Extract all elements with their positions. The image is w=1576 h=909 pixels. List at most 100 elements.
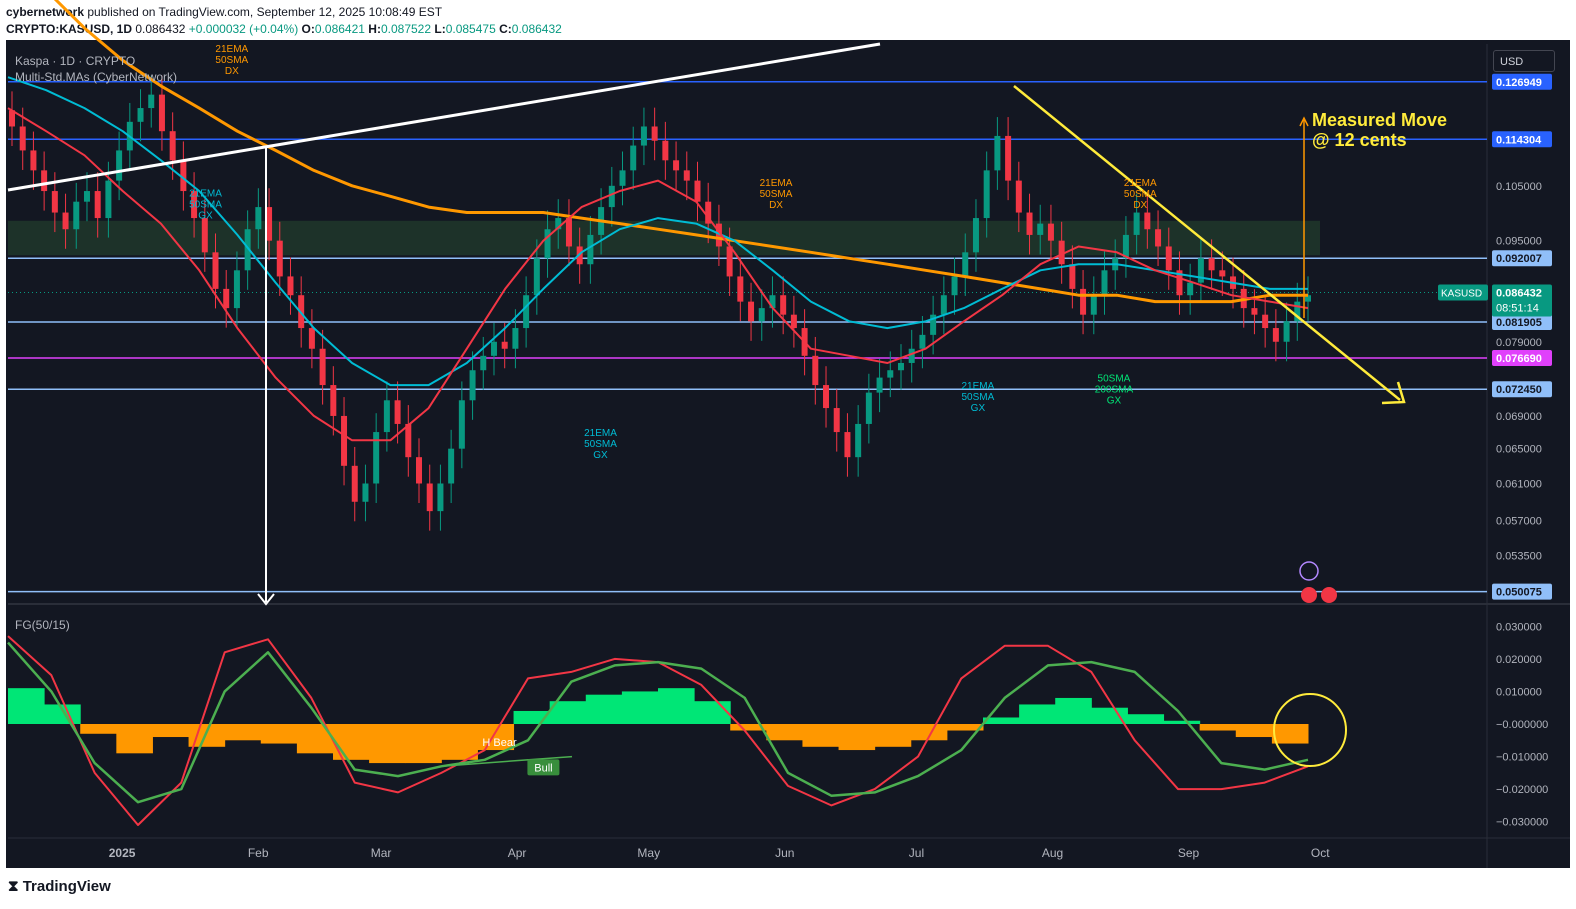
cross-annotation: 50SMA bbox=[1124, 189, 1157, 200]
candle-body bbox=[1037, 223, 1044, 235]
x-tick-label: Feb bbox=[248, 846, 269, 860]
x-tick-label: Sep bbox=[1178, 846, 1200, 860]
candle-body bbox=[255, 207, 262, 230]
cross-annotation: DX bbox=[1133, 200, 1147, 211]
candle-body bbox=[480, 355, 487, 371]
candle-body bbox=[1144, 212, 1151, 230]
candle-body bbox=[1026, 212, 1033, 235]
osc-histogram-bar bbox=[1019, 704, 1056, 724]
candle-body bbox=[469, 370, 476, 401]
price-tick-label: 0.105000 bbox=[1496, 181, 1542, 193]
candle-body bbox=[458, 400, 465, 449]
cross-annotation: 50SMA bbox=[760, 189, 793, 200]
candle-body bbox=[1080, 288, 1087, 315]
candle-body bbox=[1015, 180, 1022, 213]
x-tick-label: May bbox=[637, 846, 660, 860]
chart-legend: Kaspa · 1D · CRYPTO Multi-Std.MAs (Cyber… bbox=[15, 53, 177, 85]
currency-button[interactable]: USD bbox=[1493, 50, 1555, 72]
osc-histogram-bar bbox=[1199, 724, 1237, 731]
price-tick-label: 0.079000 bbox=[1496, 337, 1542, 349]
candle-body bbox=[308, 328, 315, 349]
osc-tick-label: −0.000000 bbox=[1496, 719, 1548, 731]
x-tick-label: 2025 bbox=[109, 846, 136, 860]
candle-body bbox=[919, 334, 926, 349]
us-flag-event-icon bbox=[1321, 587, 1337, 603]
cross-annotation: GX bbox=[1107, 395, 1122, 406]
osc-histogram-bar bbox=[874, 724, 912, 747]
candle-body bbox=[448, 448, 455, 484]
candle-body bbox=[1005, 135, 1012, 181]
oscillator-name[interactable]: FG(50/15) bbox=[15, 618, 70, 632]
candle-body bbox=[833, 408, 840, 433]
osc-histogram-bar bbox=[658, 688, 695, 724]
cross-annotation: 50SMA bbox=[962, 392, 995, 403]
osc-histogram-bar bbox=[1127, 714, 1165, 724]
candle-body bbox=[83, 191, 90, 202]
candle-body bbox=[844, 432, 851, 458]
candle-body bbox=[169, 131, 176, 161]
cross-annotation: 50SMA bbox=[1098, 373, 1131, 384]
measured-move-label: @ 12 cents bbox=[1312, 130, 1407, 150]
chart-canvas[interactable]: 2025 Feb Mar Apr May Jun Jul Aug Sep Oct 0.105000 0… bbox=[0, 0, 1576, 909]
osc-tick-label: −0.030000 bbox=[1496, 817, 1548, 829]
candle-body bbox=[897, 362, 904, 371]
candle-body bbox=[887, 370, 894, 378]
cross-annotation: 21EMA bbox=[584, 428, 617, 439]
candle-body bbox=[587, 234, 594, 265]
candle-body bbox=[865, 392, 872, 424]
candle-body bbox=[908, 348, 915, 363]
candle-body bbox=[951, 276, 958, 296]
candle-body bbox=[683, 170, 690, 181]
candle-body bbox=[1047, 223, 1054, 241]
candle-body bbox=[94, 191, 101, 219]
trendline-arrowhead bbox=[1381, 381, 1406, 405]
candle-body bbox=[748, 301, 755, 322]
candle-body bbox=[940, 295, 947, 315]
candle-body bbox=[1219, 270, 1226, 277]
candle-body bbox=[619, 170, 626, 186]
cross-annotation: 50SMA bbox=[584, 439, 617, 450]
price-tick-label: 0.057000 bbox=[1496, 516, 1542, 528]
candle-body bbox=[1133, 212, 1140, 235]
x-tick-label: Oct bbox=[1311, 846, 1330, 860]
price-level-label: 0.050075 bbox=[1496, 587, 1542, 599]
candle-body bbox=[319, 348, 326, 386]
candle-body bbox=[1069, 264, 1076, 289]
last-price-label: 0.086432 bbox=[1496, 287, 1542, 299]
candle-body bbox=[351, 465, 358, 502]
lightning-event-icon bbox=[1299, 561, 1319, 581]
cross-annotation: DX bbox=[769, 200, 783, 211]
cross-annotation: 21EMA bbox=[1124, 178, 1157, 189]
candle-body bbox=[212, 252, 219, 289]
x-tick-label: Jul bbox=[909, 846, 924, 860]
osc-histogram-bar bbox=[838, 724, 876, 751]
candle-body bbox=[30, 150, 37, 171]
osc-histogram-bar bbox=[260, 724, 298, 744]
osc-tick-label: 0.030000 bbox=[1496, 621, 1542, 633]
candle-body bbox=[512, 328, 519, 349]
candle-body bbox=[490, 341, 497, 356]
candle-body bbox=[694, 180, 701, 202]
candle-body bbox=[823, 385, 830, 409]
candle-body bbox=[662, 140, 669, 161]
price-level-label: 0.114304 bbox=[1496, 134, 1542, 146]
indicator-name[interactable]: Multi-Std.MAs (CyberNetwork) bbox=[15, 69, 177, 85]
osc-histogram-bar bbox=[224, 724, 262, 741]
candle-body bbox=[1187, 282, 1194, 296]
osc-histogram-bar bbox=[1235, 724, 1273, 738]
osc-histogram-bar bbox=[766, 724, 803, 741]
candle-body bbox=[780, 295, 787, 315]
osc-signal-label: H Bear bbox=[482, 737, 517, 749]
candle-body bbox=[19, 126, 26, 151]
tradingview-logo[interactable]: ⧗ TradingView bbox=[8, 878, 111, 895]
candle-body bbox=[394, 400, 401, 424]
candle-body bbox=[62, 212, 69, 230]
cross-annotation: 21EMA bbox=[215, 44, 248, 55]
candle-body bbox=[105, 180, 112, 219]
osc-tick-label: 0.010000 bbox=[1496, 686, 1542, 698]
x-tick-label: Jun bbox=[775, 846, 794, 860]
candle-body bbox=[201, 218, 208, 253]
price-tick-label: 0.069000 bbox=[1496, 411, 1542, 423]
symbol-title: Kaspa · 1D · CRYPTO bbox=[15, 54, 136, 68]
candle-body bbox=[426, 483, 433, 512]
